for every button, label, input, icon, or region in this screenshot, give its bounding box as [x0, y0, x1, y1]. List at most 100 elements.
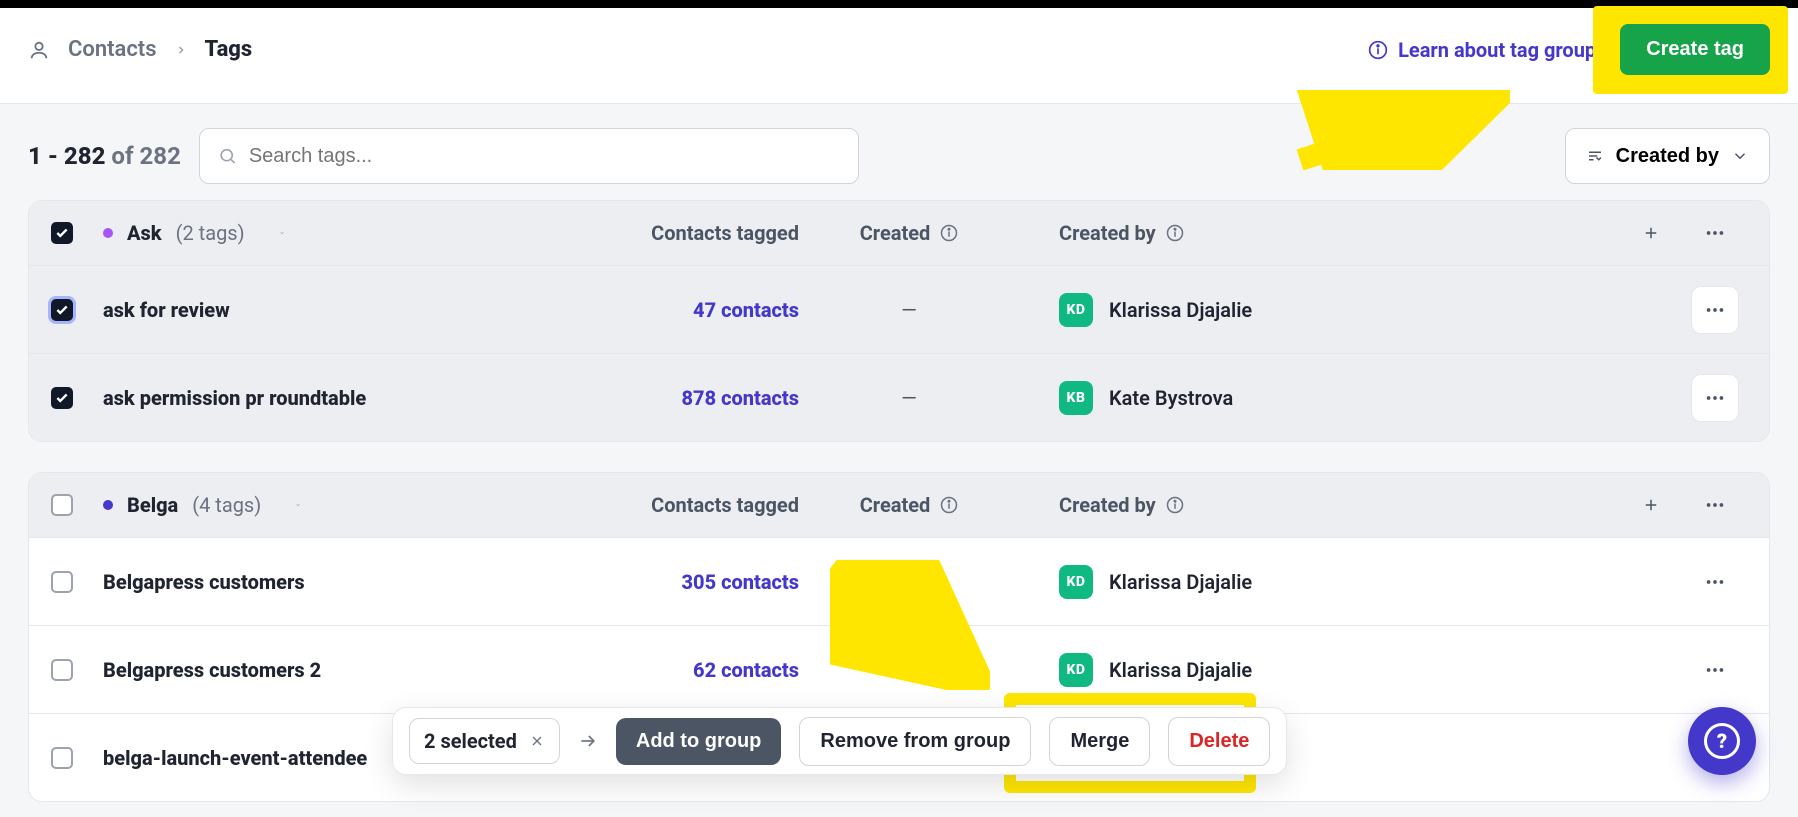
- creator-name: Klarissa Djajalie: [1109, 658, 1252, 682]
- page-header: Contacts Tags Learn about tag group Crea…: [0, 8, 1798, 104]
- avatar: KD: [1059, 293, 1093, 327]
- group-name: Ask: [127, 221, 162, 245]
- row-checkbox[interactable]: [51, 299, 73, 321]
- breadcrumb-tags: Tags: [205, 37, 253, 62]
- selection-count-label: 2 selected: [424, 729, 517, 753]
- header-actions: Learn about tag group Create tag: [1368, 24, 1770, 75]
- sort-label: Created by: [1616, 145, 1719, 168]
- row-checkbox-wrapper[interactable]: [51, 571, 103, 593]
- table-row: ask permission pr roundtable 878 contact…: [29, 353, 1769, 441]
- add-column-button[interactable]: [1619, 496, 1683, 514]
- info-icon[interactable]: [940, 496, 958, 514]
- row-menu-button[interactable]: [1691, 646, 1739, 694]
- avatar: KD: [1059, 565, 1093, 599]
- col-created: Created: [799, 221, 1019, 245]
- tag-name[interactable]: Belgapress customers 2: [103, 658, 603, 682]
- row-checkbox[interactable]: [51, 747, 73, 769]
- created-value: —: [799, 298, 1019, 322]
- info-icon[interactable]: [1166, 496, 1184, 514]
- row-checkbox-wrapper[interactable]: [51, 747, 103, 769]
- help-icon: ?: [1704, 723, 1740, 759]
- avatar: KB: [1059, 381, 1093, 415]
- created-by-value: KD Klarissa Djajalie: [1019, 293, 1683, 327]
- selection-count-chip[interactable]: 2 selected: [409, 718, 560, 764]
- created-by-value: KD Klarissa Djajalie: [1019, 653, 1683, 687]
- sort-button[interactable]: Created by: [1565, 128, 1770, 184]
- contacts-tagged-value[interactable]: 878 contacts: [603, 386, 799, 410]
- group-collapse-toggle[interactable]: [259, 224, 285, 242]
- group-header: Belga (4 tags) Contacts tagged Created C…: [29, 473, 1769, 537]
- group-name-wrapper[interactable]: Belga (4 tags): [103, 493, 603, 517]
- group-header: Ask (2 tags) Contacts tagged Created Cre…: [29, 201, 1769, 265]
- row-checkbox[interactable]: [51, 571, 73, 593]
- col-contacts-tagged: Contacts tagged: [603, 493, 799, 517]
- group-color-dot: [103, 500, 113, 510]
- creator-name: Kate Bystrova: [1109, 386, 1233, 410]
- info-icon: [1368, 40, 1388, 60]
- count-total: of 282: [111, 142, 180, 170]
- delete-button[interactable]: Delete: [1168, 717, 1270, 766]
- group-menu-button[interactable]: [1683, 494, 1747, 516]
- search-icon: [218, 146, 237, 166]
- col-contacts-tagged: Contacts tagged: [603, 221, 799, 245]
- tag-name[interactable]: Belgapress customers: [103, 570, 603, 594]
- selection-action-bar: 2 selected Add to group Remove from grou…: [392, 707, 1287, 775]
- row-menu-button[interactable]: [1691, 374, 1739, 422]
- tag-group: Ask (2 tags) Contacts tagged Created Cre…: [28, 200, 1770, 442]
- avatar: KD: [1059, 653, 1093, 687]
- row-menu-button[interactable]: [1691, 286, 1739, 334]
- tag-name[interactable]: ask for review: [103, 298, 603, 322]
- creator-name: Klarissa Djajalie: [1109, 570, 1252, 594]
- contacts-tagged-value[interactable]: 305 contacts: [603, 570, 799, 594]
- add-column-button[interactable]: [1619, 224, 1683, 242]
- row-checkbox[interactable]: [51, 387, 73, 409]
- info-icon[interactable]: [1166, 224, 1184, 242]
- group-name: Belga: [127, 493, 178, 517]
- created-by-value: KB Kate Bystrova: [1019, 381, 1683, 415]
- chevron-down-icon: [1731, 147, 1749, 165]
- top-black-bar: [0, 0, 1798, 8]
- group-color-dot: [103, 228, 113, 238]
- add-to-group-button[interactable]: Add to group: [616, 718, 782, 765]
- pagination-count: 1 - 282 of 282: [28, 142, 181, 170]
- group-tag-count: (4 tags): [192, 493, 261, 517]
- merge-button[interactable]: Merge: [1049, 717, 1150, 766]
- col-created-by-label: Created by: [1059, 221, 1156, 245]
- group-checkbox-wrapper[interactable]: [51, 494, 103, 516]
- create-tag-button[interactable]: Create tag: [1620, 24, 1770, 75]
- contacts-tagged-value[interactable]: 62 contacts: [603, 658, 799, 682]
- group-menu-button[interactable]: [1683, 222, 1747, 244]
- search-input-wrapper[interactable]: [199, 128, 859, 184]
- col-created: Created: [799, 493, 1019, 517]
- annotation-arrow-to-merge: [830, 560, 990, 690]
- tag-name[interactable]: ask permission pr roundtable: [103, 386, 603, 410]
- row-menu-button[interactable]: [1691, 558, 1739, 606]
- row-checkbox-wrapper[interactable]: [51, 659, 103, 681]
- row-checkbox[interactable]: [51, 659, 73, 681]
- info-icon[interactable]: [940, 224, 958, 242]
- group-checkbox[interactable]: [51, 494, 73, 516]
- row-checkbox-wrapper[interactable]: [51, 387, 103, 409]
- annotation-arrow-to-create: [1290, 90, 1510, 170]
- remove-from-group-button[interactable]: Remove from group: [799, 717, 1031, 766]
- group-name-wrapper[interactable]: Ask (2 tags): [103, 221, 603, 245]
- group-checkbox[interactable]: [51, 222, 73, 244]
- col-created-by: Created by: [1019, 493, 1619, 517]
- col-created-by: Created by: [1019, 221, 1619, 245]
- sort-icon: [1586, 147, 1604, 165]
- count-range: 1 - 282: [28, 142, 105, 170]
- close-icon[interactable]: [529, 733, 545, 749]
- help-chat-button[interactable]: ?: [1688, 707, 1756, 775]
- col-created-by-label: Created by: [1059, 493, 1156, 517]
- user-icon: [28, 39, 50, 61]
- row-checkbox-wrapper[interactable]: [51, 299, 103, 321]
- group-checkbox-wrapper[interactable]: [51, 222, 103, 244]
- col-created-label: Created: [860, 221, 931, 245]
- chevron-right-icon: [175, 37, 187, 62]
- col-created-label: Created: [860, 493, 931, 517]
- search-input[interactable]: [249, 145, 840, 168]
- breadcrumb-contacts[interactable]: Contacts: [68, 37, 157, 62]
- group-collapse-toggle[interactable]: [275, 496, 301, 514]
- learn-about-tag-group-link[interactable]: Learn about tag group: [1368, 38, 1596, 62]
- contacts-tagged-value[interactable]: 47 contacts: [603, 298, 799, 322]
